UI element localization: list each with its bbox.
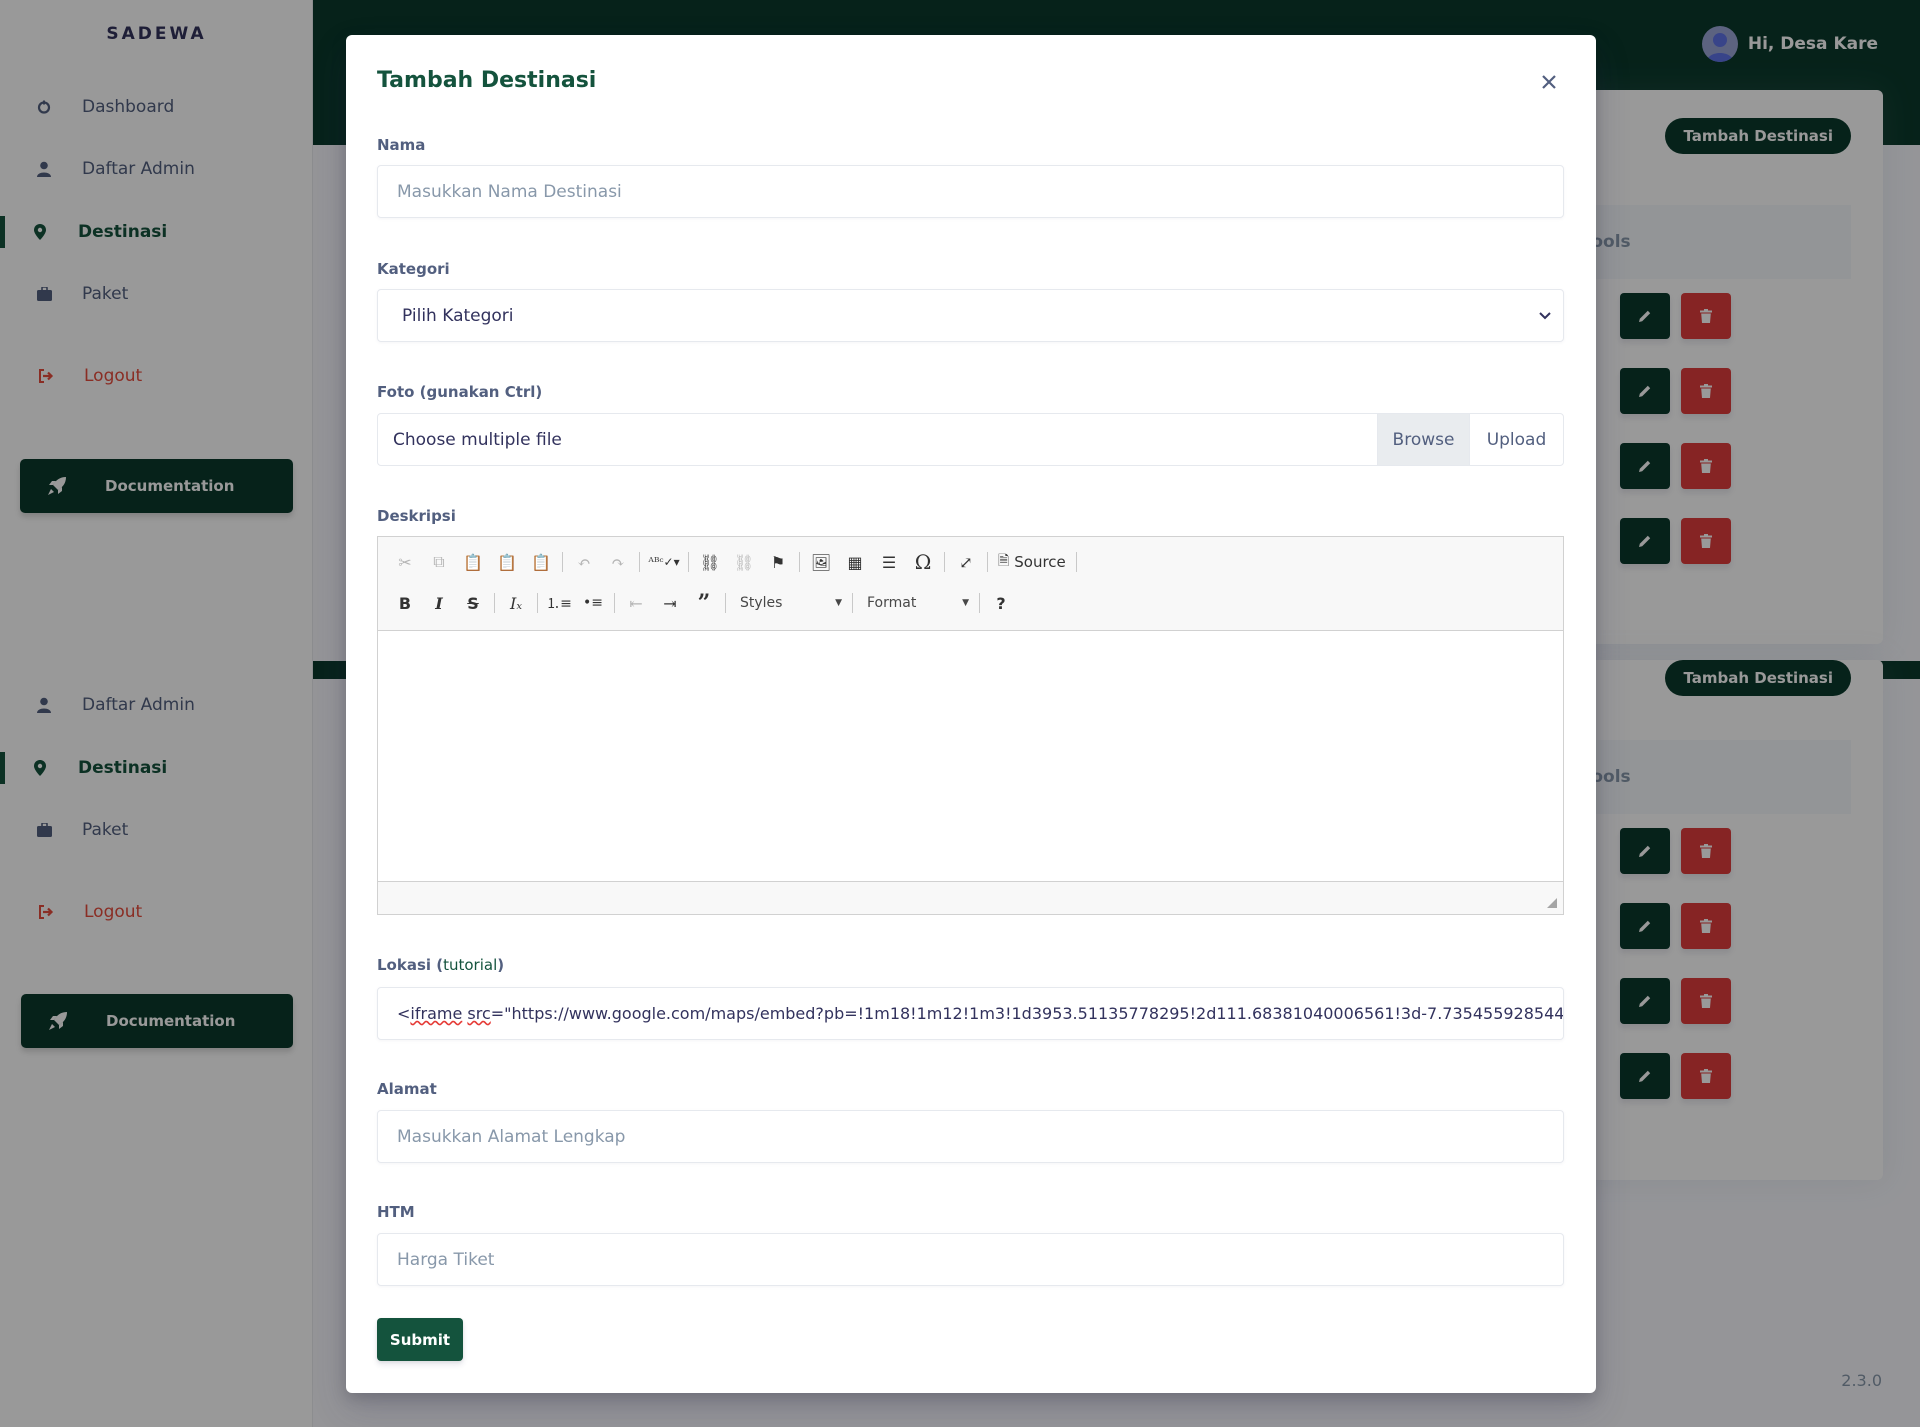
paste-icon[interactable]: 📋 [456,548,490,576]
kategori-select[interactable]: Pilih Kategori [377,289,1564,342]
unlink-icon[interactable]: ⛓ [727,548,761,576]
lokasi-label: Lokasi (tutorial) [377,956,504,974]
link-icon[interactable]: ⛓ [693,548,727,576]
lokasi-value-word1: iframe [410,1004,463,1023]
format-label: Format [867,595,917,611]
tutorial-link[interactable]: tutorial [443,956,497,974]
kategori-label: Kategori [377,260,450,278]
close-button[interactable] [1536,69,1562,95]
upload-button[interactable]: Upload [1469,414,1563,465]
close-icon [1542,75,1556,89]
foto-label: Foto (gunakan Ctrl) [377,383,543,401]
alamat-placeholder: Masukkan Alamat Lengkap [397,1126,626,1147]
lokasi-label-end: ) [497,956,505,974]
htm-input[interactable]: Harga Tiket [377,1233,1564,1286]
modal-title: Tambah Destinasi [377,68,597,93]
editor-toolbar: ✂ ⧉ 📋 📋 📋 ↶ ↷ ᴬᴮᶜ✓▾ ⛓ ⛓ ⚑ 🖼 ▦ ☰ Ω ⤢ 🗎 So… [378,537,1563,631]
nama-label: Nama [377,136,426,154]
source-icon: 🗎 [998,553,1010,569]
nama-placeholder: Masukkan Nama Destinasi [397,181,622,202]
special-char-icon[interactable]: Ω [906,548,940,576]
lokasi-value-word2: src [467,1004,491,1023]
help-icon[interactable]: ? [984,589,1018,617]
styles-label: Styles [740,595,783,611]
styles-dropdown[interactable]: Styles ▼ [730,589,848,617]
nama-input[interactable]: Masukkan Nama Destinasi [377,165,1564,218]
caret-down-icon: ▼ [835,598,842,608]
cut-icon[interactable]: ✂ [388,548,422,576]
bulleted-list-icon[interactable]: •≡ [576,589,610,617]
lokasi-label-text: Lokasi ( [377,956,444,974]
maximize-icon[interactable]: ⤢ [949,548,983,576]
deskripsi-rich-text-editor: ✂ ⧉ 📋 📋 📋 ↶ ↷ ᴬᴮᶜ✓▾ ⛓ ⛓ ⚑ 🖼 ▦ ☰ Ω ⤢ 🗎 So… [377,536,1564,915]
table-icon[interactable]: ▦ [838,548,872,576]
undo-icon[interactable]: ↶ [567,548,601,576]
lokasi-input[interactable]: < iframe src ="https://www.google.com/maps… [377,987,1564,1040]
htm-placeholder: Harga Tiket [397,1249,495,1270]
lokasi-value-prefix: < [397,1004,411,1023]
paste-word-icon[interactable]: 📋 [524,548,558,576]
editor-content-area[interactable] [378,631,1563,882]
submit-button[interactable]: Submit [377,1318,463,1361]
paste-text-icon[interactable]: 📋 [490,548,524,576]
chevron-down-icon [1539,311,1551,319]
numbered-list-icon[interactable]: ⒈≡ [542,589,576,617]
spellcheck-icon[interactable]: ᴬᴮᶜ✓▾ [644,548,684,576]
image-icon[interactable]: 🖼 [804,548,838,576]
browse-button[interactable]: Browse [1377,414,1469,465]
resize-handle-icon[interactable] [1547,898,1557,908]
horizontal-line-icon[interactable]: ☰ [872,548,906,576]
italic-icon[interactable]: I [422,589,456,617]
caret-down-icon: ▼ [962,598,969,608]
indent-icon[interactable]: ⇥ [653,589,687,617]
tambah-destinasi-modal: Tambah Destinasi Nama Masukkan Nama Dest… [346,35,1596,1393]
deskripsi-label: Deskripsi [377,507,456,525]
redo-icon[interactable]: ↷ [601,548,635,576]
source-label: Source [1014,553,1066,571]
copy-icon[interactable]: ⧉ [422,548,456,576]
alamat-label: Alamat [377,1080,437,1098]
remove-format-icon[interactable]: Iₓ [499,589,533,617]
file-name-text: Choose multiple file [393,429,562,450]
strikethrough-icon[interactable]: S [456,589,490,617]
format-dropdown[interactable]: Format ▼ [857,589,975,617]
kategori-selected: Pilih Kategori [402,305,514,326]
alamat-input[interactable]: Masukkan Alamat Lengkap [377,1110,1564,1163]
outdent-icon[interactable]: ⇤ [619,589,653,617]
foto-file-input[interactable]: Choose multiple file Browse Upload [377,413,1564,466]
source-button[interactable]: 🗎 Source [992,550,1072,574]
lokasi-value-rest: ="https://www.google.com/maps/embed?pb=!… [490,1004,1564,1023]
blockquote-icon[interactable]: ” [687,589,721,617]
anchor-flag-icon[interactable]: ⚑ [761,548,795,576]
editor-status-bar [378,881,1563,914]
htm-label: HTM [377,1203,415,1221]
bold-icon[interactable]: B [388,589,422,617]
